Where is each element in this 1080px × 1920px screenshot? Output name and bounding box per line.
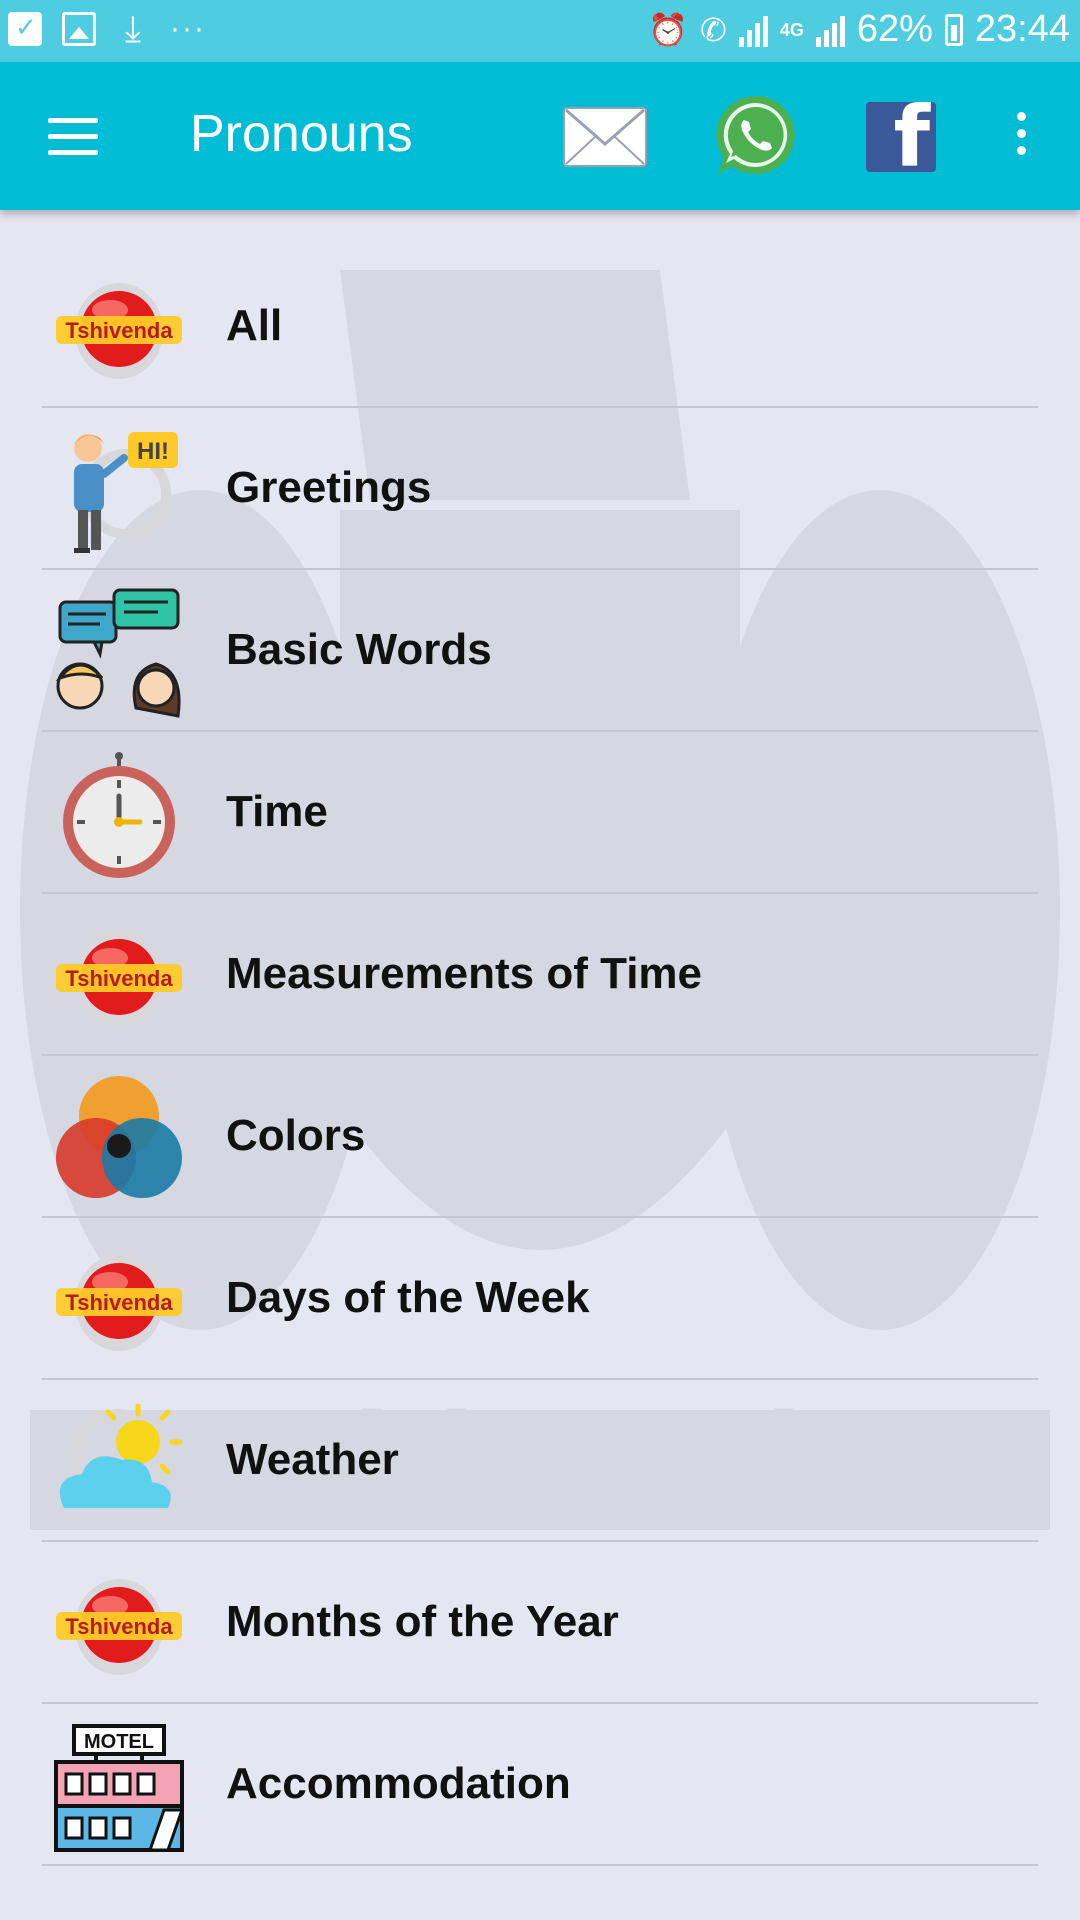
status-bar: ⤓ ··· ⏰ ✆ 4G 62% 23:44 <box>0 0 1080 62</box>
svg-text:Tshivenda: Tshivenda <box>65 1614 173 1639</box>
list-item-label: Weather <box>226 1435 399 1484</box>
app-toolbar: Pronouns f <box>0 62 1080 210</box>
svg-text:Tshivenda: Tshivenda <box>65 966 173 991</box>
svg-text:HI!: HI! <box>137 438 169 465</box>
list-item-time[interactable]: Time <box>42 732 1038 894</box>
gallery-icon <box>62 12 96 46</box>
signal-icon <box>815 13 845 47</box>
list-item-measurements-of-time[interactable]: Tshivenda Measurements of Time <box>42 894 1038 1056</box>
list-item-label: Time <box>226 787 328 836</box>
list-item-label: Greetings <box>226 463 432 512</box>
tshivenda-logo-icon: Tshivenda <box>56 931 182 1027</box>
list-item-accommodation[interactable]: MOTEL Accommodation <box>42 1704 1038 1866</box>
list-item-basic-words[interactable]: Basic Words <box>42 570 1038 732</box>
clock-icon <box>63 752 175 878</box>
list-item-days-of-the-week[interactable]: Tshivenda Days of the Week <box>42 1218 1038 1380</box>
sun-cloud-icon <box>59 1403 183 1508</box>
svg-text:MOTEL: MOTEL <box>84 1731 154 1753</box>
tshivenda-logo-icon: Tshivenda <box>56 1255 182 1351</box>
category-list: Tshivenda All HI! Greetings Basic Words … <box>42 246 1038 1866</box>
overflow-menu-icon[interactable] <box>1006 112 1036 162</box>
list-item-all[interactable]: Tshivenda All <box>42 246 1038 408</box>
download-icon: ⤓ <box>125 8 141 49</box>
more-dots-icon: ··· <box>170 12 206 45</box>
alarm-icon: ⏰ <box>648 11 689 48</box>
network-4g-icon: 4G <box>779 19 804 40</box>
whatsapp-icon[interactable] <box>712 92 798 178</box>
chat-people-icon <box>55 588 181 718</box>
svg-text:Tshivenda: Tshivenda <box>65 318 173 343</box>
list-item-label: Colors <box>226 1111 366 1160</box>
menu-icon[interactable] <box>48 118 98 155</box>
notification-check-icon <box>8 12 42 46</box>
greeting-person-icon: HI! <box>74 432 178 553</box>
list-item-label: Months of the Year <box>226 1597 619 1646</box>
color-circles-icon <box>56 1076 182 1198</box>
list-item-greetings[interactable]: HI! Greetings <box>42 408 1038 570</box>
tshivenda-logo-icon: Tshivenda <box>56 283 182 379</box>
list-item-colors[interactable]: Colors <box>42 1056 1038 1218</box>
list-item-label: Basic Words <box>226 625 492 674</box>
status-right-icons: ⏰ ✆ 4G 62% 23:44 <box>648 8 1070 51</box>
call-icon: ✆ <box>700 11 727 48</box>
list-item-label: All <box>226 301 283 350</box>
list-item-months-of-the-year[interactable]: Tshivenda Months of the Year <box>42 1542 1038 1704</box>
list-item-label: Measurements of Time <box>226 949 703 998</box>
motel-icon: MOTEL <box>54 1724 184 1852</box>
signal-icon <box>738 13 768 47</box>
list-item-label: Days of the Week <box>226 1273 590 1322</box>
svg-text:Tshivenda: Tshivenda <box>65 1290 173 1315</box>
tshivenda-logo-icon: Tshivenda <box>56 1579 182 1675</box>
battery-icon <box>944 13 963 46</box>
list-item-label: Accommodation <box>226 1759 571 1808</box>
battery-percent: 62% <box>856 8 933 50</box>
facebook-icon[interactable]: f <box>866 102 936 172</box>
clock-time: 23:44 <box>974 8 1070 50</box>
list-item-weather[interactable]: Weather <box>42 1380 1038 1542</box>
status-left-icons: ⤓ ··· <box>8 8 206 49</box>
page-title: Pronouns <box>190 105 413 163</box>
mail-icon[interactable] <box>562 106 648 168</box>
